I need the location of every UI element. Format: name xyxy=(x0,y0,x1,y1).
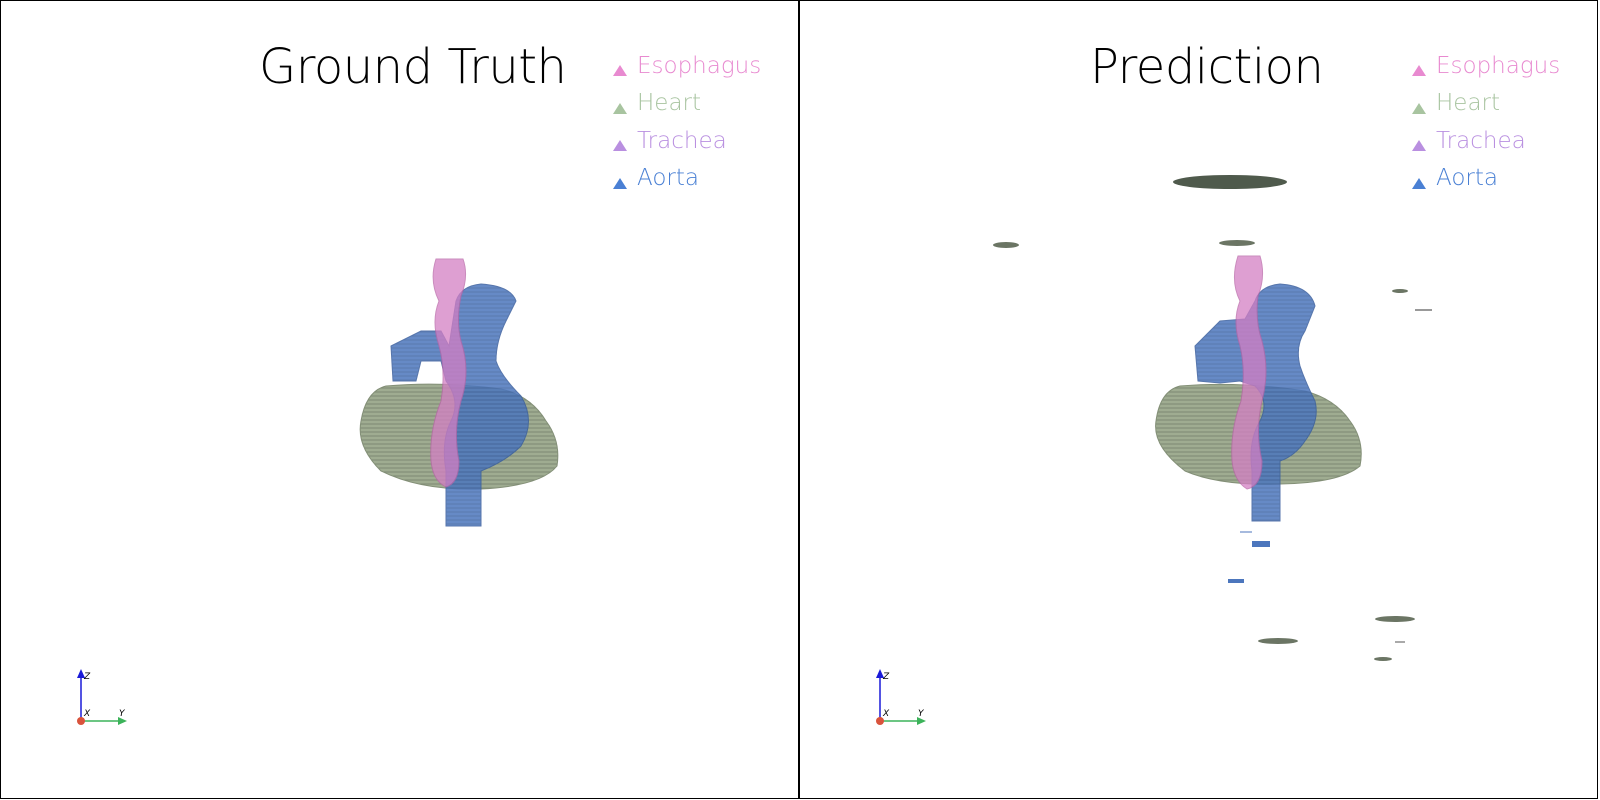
legend-item-trachea: Trachea xyxy=(613,122,761,160)
triangle-icon xyxy=(1412,177,1426,189)
stray-fragment xyxy=(1252,541,1270,547)
stray-fragment xyxy=(1219,240,1255,246)
legend-label: Aorta xyxy=(1436,165,1498,192)
legend-item-aorta: Aorta xyxy=(613,160,761,198)
legend: Esophagus Heart Trachea Aorta xyxy=(1412,47,1560,197)
legend-item-esophagus: Esophagus xyxy=(1412,47,1560,85)
legend-label: Heart xyxy=(1436,90,1501,117)
legend-item-trachea: Trachea xyxy=(1412,122,1560,160)
axis-label-z: Z xyxy=(83,672,91,682)
legend: Esophagus Heart Trachea Aorta xyxy=(613,47,761,197)
orientation-axes: Z X Y xyxy=(876,669,926,725)
panel-title: Prediction xyxy=(1090,39,1324,95)
triangle-icon xyxy=(1412,140,1426,152)
stray-fragment xyxy=(1375,616,1415,622)
viewport-ground-truth[interactable]: Ground Truth Esophagus Heart Trachea Aor… xyxy=(0,0,799,799)
orientation-axes: Z X Y xyxy=(77,669,127,725)
stray-fragment xyxy=(1173,175,1287,189)
triangle-icon xyxy=(1412,65,1426,77)
legend-label: Esophagus xyxy=(1436,52,1561,79)
legend-label: Aorta xyxy=(637,165,699,192)
axis-label-x: X xyxy=(83,709,91,719)
triangle-icon xyxy=(1412,102,1426,114)
triangle-icon xyxy=(613,177,627,189)
axis-label-y: Y xyxy=(119,709,126,719)
legend-label: Trachea xyxy=(1436,127,1526,154)
stray-fragment xyxy=(1392,289,1408,293)
viewport-prediction[interactable]: Prediction Esophagus Heart Trachea Aorta… xyxy=(799,0,1598,799)
stray-fragment xyxy=(993,242,1019,248)
legend-item-esophagus: Esophagus xyxy=(613,47,761,85)
axis-label-z: Z xyxy=(882,672,890,682)
stray-fragment xyxy=(1258,638,1298,644)
stray-fragment xyxy=(1228,579,1244,583)
legend-label: Trachea xyxy=(637,127,727,154)
axis-label-y: Y xyxy=(918,709,925,719)
legend-item-aorta: Aorta xyxy=(1412,160,1560,198)
triangle-icon xyxy=(613,65,627,77)
stray-fragment xyxy=(1374,657,1392,661)
triangle-icon xyxy=(613,140,627,152)
legend-label: Esophagus xyxy=(637,52,762,79)
legend-item-heart: Heart xyxy=(613,85,761,123)
legend-label: Heart xyxy=(637,90,702,117)
legend-item-heart: Heart xyxy=(1412,85,1560,123)
panel-title: Ground Truth xyxy=(259,39,567,95)
triangle-icon xyxy=(613,102,627,114)
axis-label-x: X xyxy=(882,709,890,719)
